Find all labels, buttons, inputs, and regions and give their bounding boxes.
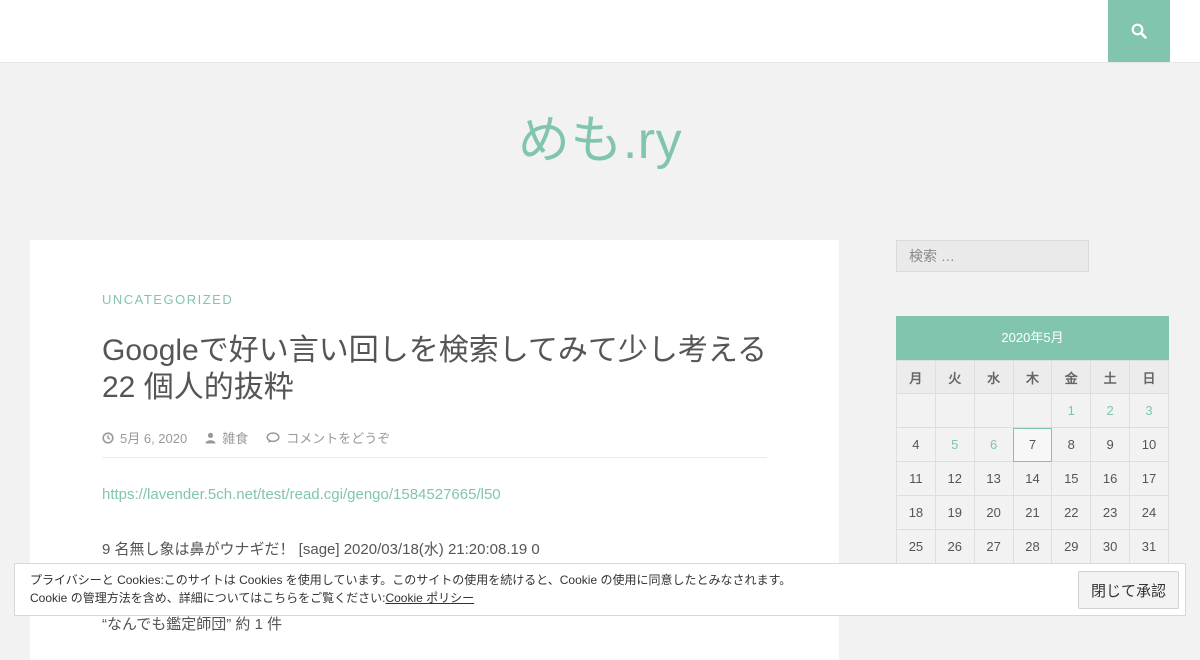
calendar-empty-cell — [1012, 393, 1053, 428]
calendar-day: 7 — [1012, 427, 1053, 462]
calendar-day: 26 — [934, 529, 975, 564]
calendar-day: 18 — [896, 495, 936, 530]
calendar-day: 29 — [1051, 529, 1092, 564]
post-text-line: “なんでも鑑定師団” 約 1 件 — [102, 616, 283, 633]
site-title[interactable]: めも.ry — [0, 98, 1200, 173]
calendar-day: 12 — [934, 461, 975, 496]
post-date[interactable]: 5月 6, 2020 — [102, 428, 187, 447]
calendar-day: 27 — [973, 529, 1014, 564]
calendar-weekday: 木 — [1012, 360, 1053, 394]
calendar-day: 11 — [896, 461, 936, 496]
calendar-weekday: 土 — [1090, 360, 1131, 394]
calendar-day: 10 — [1129, 427, 1169, 462]
calendar-week-row: 11 12 13 14 15 16 17 — [896, 461, 1169, 496]
post-source-link[interactable]: https://lavender.5ch.net/test/read.cgi/g… — [102, 486, 501, 503]
calendar-widget: 2020年5月 月 火 水 木 金 土 日 1 2 3 4 5 6 7 8 9 10 11 12 13 1… — [896, 316, 1169, 564]
calendar-weekday-row: 月 火 水 木 金 土 日 — [896, 360, 1169, 394]
calendar-day: 14 — [1012, 461, 1053, 496]
calendar-day[interactable]: 6 — [973, 427, 1014, 462]
calendar-day: 9 — [1090, 427, 1131, 462]
calendar-day: 31 — [1129, 529, 1169, 564]
calendar-caption: 2020年5月 — [896, 316, 1169, 360]
cookie-text: プライバシーと Cookies:このサイトは Cookies を使用しています。… — [30, 571, 791, 607]
calendar-day: 17 — [1129, 461, 1169, 496]
post-text-line: 9 名無し象は鼻がウナギだ！ [sage] 2020/03/18(水) 21:2… — [102, 541, 540, 558]
calendar-weekday: 水 — [973, 360, 1014, 394]
calendar-day: 24 — [1129, 495, 1169, 530]
calendar-day: 19 — [934, 495, 975, 530]
calendar-day[interactable]: 5 — [934, 427, 975, 462]
calendar-day[interactable]: 3 — [1129, 393, 1169, 428]
post-meta: 5月 6, 2020 雑食 コメントをどうぞ — [102, 428, 767, 458]
close-and-accept-button[interactable]: 閉じて承認 — [1078, 571, 1179, 609]
calendar-day: 28 — [1012, 529, 1053, 564]
calendar-day: 25 — [896, 529, 936, 564]
post-category-link[interactable]: UNCATEGORIZED — [102, 292, 233, 307]
post-comments-link[interactable]: コメントをどうぞ — [266, 428, 390, 447]
post-date-text: 5月 6, 2020 — [120, 431, 188, 446]
calendar-week-row: 25 26 27 28 29 30 31 — [896, 529, 1169, 564]
calendar-day: 16 — [1090, 461, 1131, 496]
calendar-day: 4 — [896, 427, 936, 462]
cookie-notice-line: プライバシーと Cookies:このサイトは Cookies を使用しています。… — [30, 573, 792, 587]
post-comments-text: コメントをどうぞ — [286, 431, 391, 446]
calendar-week-row: 4 5 6 7 8 9 10 — [896, 427, 1169, 462]
search-toggle-button[interactable] — [1108, 0, 1170, 62]
cookie-notice-text: Cookie の管理方法を含め、詳細についてはこちらをご覧ください: — [30, 591, 386, 605]
calendar-empty-cell — [934, 393, 975, 428]
cookie-policy-link[interactable]: Cookie ポリシー — [385, 591, 474, 605]
calendar-weekday: 月 — [896, 360, 936, 394]
calendar-empty-cell — [973, 393, 1014, 428]
calendar-day: 13 — [973, 461, 1014, 496]
cookie-notice-line-2: Cookie の管理方法を含め、詳細についてはこちらをご覧ください:Cookie… — [30, 589, 791, 607]
calendar-day: 23 — [1090, 495, 1131, 530]
calendar-weekday: 日 — [1129, 360, 1169, 394]
comment-icon — [266, 431, 280, 443]
post-author-text: 雑食 — [222, 431, 249, 446]
calendar-day: 30 — [1090, 529, 1131, 564]
clock-icon — [102, 431, 114, 444]
calendar-weekday: 金 — [1051, 360, 1092, 394]
calendar-week-row: 18 19 20 21 22 23 24 — [896, 495, 1169, 530]
user-icon — [205, 432, 216, 443]
calendar-weekday: 火 — [934, 360, 975, 394]
calendar-day: 8 — [1051, 427, 1092, 462]
calendar-day[interactable]: 1 — [1051, 393, 1092, 428]
top-bar — [0, 0, 1200, 63]
post-author[interactable]: 雑食 — [205, 428, 248, 447]
calendar-day: 21 — [1012, 495, 1053, 530]
calendar-day[interactable]: 2 — [1090, 393, 1131, 428]
post-title[interactable]: Googleで好い言い回しを検索してみて少し考える 22 個人的抜粋 — [102, 332, 772, 406]
calendar-day: 20 — [973, 495, 1014, 530]
calendar-week-row: 123 — [896, 393, 1169, 428]
calendar-empty-cell — [896, 393, 936, 428]
calendar-day: 22 — [1051, 495, 1092, 530]
calendar-day: 15 — [1051, 461, 1092, 496]
search-icon — [1131, 23, 1147, 39]
cookie-banner: プライバシーと Cookies:このサイトは Cookies を使用しています。… — [14, 563, 1186, 616]
sidebar-search-input[interactable] — [896, 240, 1089, 272]
